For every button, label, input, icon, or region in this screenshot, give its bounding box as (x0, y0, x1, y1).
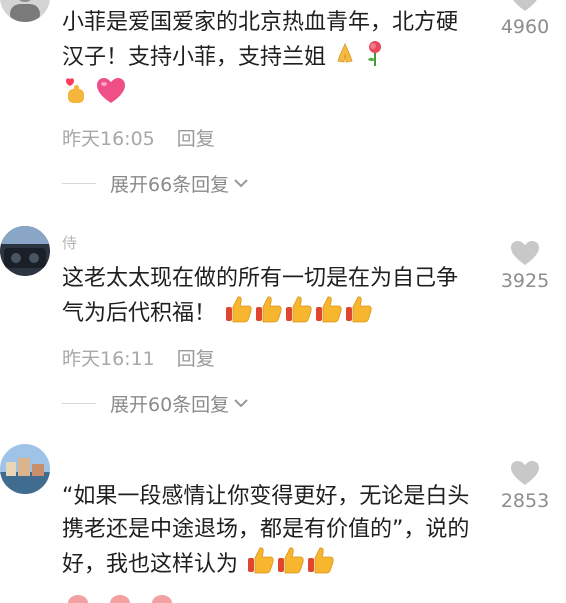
avatar-image (0, 0, 50, 22)
username[interactable]: 侍 (62, 232, 78, 253)
reply-button[interactable]: 回复 (177, 348, 215, 370)
like-count: 3925 (500, 270, 550, 292)
divider-line (62, 403, 96, 404)
pink-heart-icon (95, 77, 127, 115)
heart-icon (510, 460, 540, 488)
thumbs-up-icon (223, 295, 253, 333)
thumbs-up-icon (150, 590, 174, 603)
heart-icon (510, 240, 540, 268)
comment-time: 昨天16:11 (62, 348, 155, 370)
like-count: 4960 (500, 16, 550, 38)
expand-label: 展开60条回复 (110, 394, 230, 416)
thumbs-up-icon (275, 546, 305, 584)
comment-meta: 昨天16:11 回复 (62, 344, 215, 371)
rose-icon (364, 39, 386, 77)
comment-meta: 昨天16:05 回复 (62, 124, 215, 151)
avatar-image (0, 444, 50, 494)
praying-hands-icon (333, 41, 357, 75)
emoji-row (245, 547, 335, 577)
like-count: 2853 (500, 490, 550, 512)
expand-replies-button[interactable]: 展开60条回复 (62, 390, 249, 417)
expand-label: 展开66条回复 (110, 174, 230, 196)
comment-body: 小菲是爱国爱家的北京热血青年，北方硬汉子！支持小菲，支持兰姐 (62, 10, 459, 70)
thumbs-up-icon (66, 590, 90, 603)
thumbs-up-icon (108, 590, 132, 603)
like-button[interactable]: 2853 (496, 460, 554, 512)
avatar-image (0, 226, 50, 276)
avatar[interactable] (0, 0, 50, 22)
like-button[interactable]: 3925 (496, 240, 554, 292)
chevron-down-icon (233, 396, 249, 412)
reply-button[interactable]: 回复 (177, 128, 215, 150)
comment-time: 昨天16:05 (62, 128, 155, 150)
chevron-down-icon (233, 176, 249, 192)
expand-replies-button[interactable]: 展开66条回复 (62, 170, 249, 197)
comment-text: 这老太太现在做的所有一切是在为自己争气为后代积福！ (62, 262, 472, 333)
heart-icon (510, 0, 540, 14)
avatar[interactable] (0, 226, 50, 276)
thumbs-up-icon (283, 295, 313, 333)
comment-text: “如果一段感情让你变得更好，无论是白头携老还是中途退场，都是有价值的”，说的好，… (62, 480, 472, 584)
emoji-row-cutoff (66, 590, 174, 603)
finger-heart-icon (62, 77, 88, 115)
divider-line (62, 183, 96, 184)
comment-text: 小菲是爱国爱家的北京热血青年，北方硬汉子！支持小菲，支持兰姐 (62, 6, 472, 115)
thumbs-up-icon (253, 295, 283, 333)
thumbs-up-icon (343, 295, 373, 333)
emoji-row (223, 296, 373, 326)
thumbs-up-icon (313, 295, 343, 333)
thumbs-up-icon (305, 546, 335, 584)
like-button[interactable]: 4960 (496, 0, 554, 38)
thumbs-up-icon (245, 546, 275, 584)
avatar[interactable] (0, 444, 50, 494)
